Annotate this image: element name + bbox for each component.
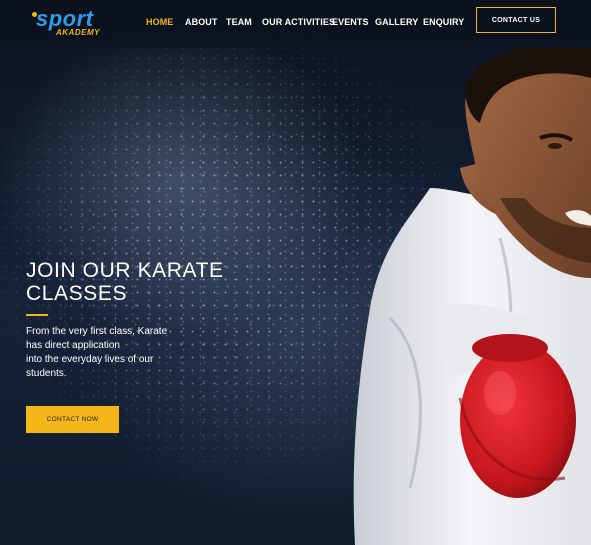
hero-title-line1: JOIN OUR KARATE (26, 259, 224, 282)
karate-fighter-image (353, 48, 591, 545)
logo[interactable]: sport AKADEMY (32, 6, 112, 40)
contact-us-button[interactable]: CONTACT US (476, 7, 556, 33)
hero-desc-line1: From the very first class, Karate (26, 326, 168, 337)
nav-item-gallery[interactable]: GALLERY (375, 17, 418, 27)
nav-item-our-activities[interactable]: OUR ACTIVITIES (262, 17, 335, 27)
nav-item-team[interactable]: TEAM (226, 17, 252, 27)
contact-now-button[interactable]: CONTACT NOW (26, 406, 119, 433)
site-header: sport AKADEMY HOME ABOUT TEAM OUR ACTIVI… (0, 0, 591, 48)
page: sport AKADEMY HOME ABOUT TEAM OUR ACTIVI… (0, 0, 591, 545)
nav-item-home[interactable]: HOME (146, 17, 173, 27)
hero-desc-line4: students. (26, 368, 67, 379)
hero-description: From the very first class, Karate has di… (26, 325, 201, 381)
hero-desc-line3: into the everyday lives of our (26, 354, 154, 365)
nav-item-about[interactable]: ABOUT (185, 17, 218, 27)
logo-sub-text: AKADEMY (56, 28, 100, 37)
nav-item-enquiry[interactable]: ENQUIRY (423, 17, 464, 27)
hero-title-line2: CLASSES (26, 282, 128, 305)
title-underline (26, 314, 48, 316)
hero-title: JOIN OUR KARATE CLASSES (26, 259, 226, 305)
nav-item-events[interactable]: EVENTS (332, 17, 369, 27)
hero-desc-line2: has direct application (26, 340, 120, 351)
